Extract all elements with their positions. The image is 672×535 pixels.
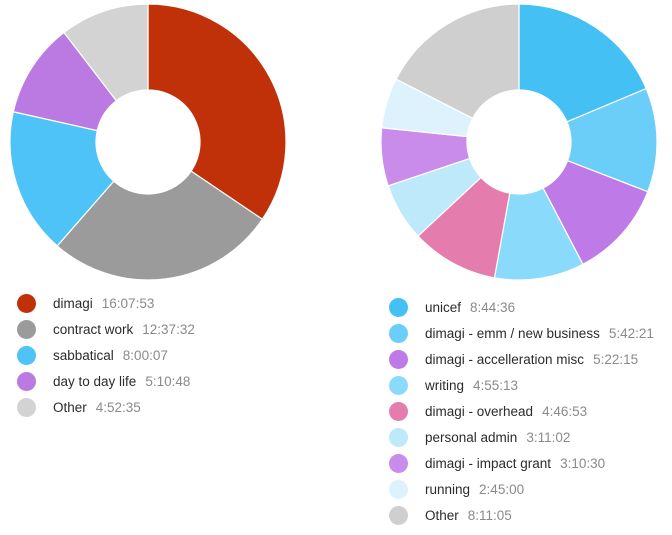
legend-item[interactable]: day to day life 5:10:48 [17,368,353,394]
legend-text: unicef 8:44:36 [425,300,515,315]
legend-value: 5:22:15 [593,351,639,367]
legend-value: 8:11:05 [467,507,512,523]
legend-value: 3:10:30 [560,455,606,471]
legend-label: dimagi - impact grant [425,455,552,471]
legend-color-swatch [389,505,408,525]
legend-color-swatch [389,479,408,499]
right-chart-panel: unicef 8:44:36 dimagi - emm / new business… [336,0,672,525]
legend-label: writing [425,377,465,393]
pie-slice[interactable] [147,3,287,221]
legend-color-swatch [389,323,408,343]
legend-value: 12:37:32 [142,321,195,337]
legend-value: 4:46:53 [542,403,588,419]
legend-label: dimagi - overhead [425,403,534,419]
legend-color-swatch [17,319,36,339]
legend-color-swatch [389,453,408,473]
legend-item[interactable]: running 2:45:00 [389,476,672,502]
legend-text: dimagi - overhead 4:46:53 [425,404,587,419]
left-donut-svg [9,3,287,281]
legend-color-swatch [17,293,36,313]
time-tracking-dashboard: dimagi 16:07:53 contract work 12:37:32 sabba… [0,0,672,535]
legend-item[interactable]: Other 8:11:05 [389,502,672,528]
legend-color-swatch [17,345,36,365]
legend-label: dimagi - accelleration misc [425,351,585,367]
legend-label: unicef [425,299,462,315]
legend-value: 4:52:35 [95,399,141,415]
legend-text: dimagi - accelleration misc 5:22:15 [425,352,638,367]
legend-color-swatch [389,427,408,447]
legend-item[interactable]: contract work 12:37:32 [17,316,353,342]
legend-value: 3:11:02 [526,429,571,445]
legend-value: 2:45:00 [479,481,525,497]
right-donut-svg [380,3,658,281]
legend-color-swatch [389,297,408,317]
legend-label: running [425,481,471,497]
legend-text: running 2:45:00 [425,482,524,497]
legend-text: Other 8:11:05 [425,508,512,523]
left-chart-legend: dimagi 16:07:53 contract work 12:37:32 sabba… [0,290,353,420]
legend-text: dimagi 16:07:53 [53,296,154,311]
left-chart-panel: dimagi 16:07:53 contract work 12:37:32 sabba… [0,0,336,417]
legend-label: personal admin [425,429,518,445]
legend-label: sabbatical [53,347,114,363]
legend-item[interactable]: personal admin 3:11:02 [389,424,672,450]
legend-item[interactable]: dimagi 16:07:53 [17,290,353,316]
legend-text: day to day life 5:10:48 [53,374,190,389]
legend-color-swatch [389,375,408,395]
legend-item[interactable]: dimagi - overhead 4:46:53 [389,398,672,424]
legend-value: 8:44:36 [470,299,516,315]
legend-text: dimagi - impact grant 3:10:30 [425,456,605,471]
legend-label: contract work [53,321,134,337]
legend-value: 8:00:07 [122,347,168,363]
legend-label: Other [425,507,459,523]
legend-label: dimagi [53,295,93,311]
legend-text: sabbatical 8:00:07 [53,348,168,363]
legend-item[interactable]: unicef 8:44:36 [389,294,672,320]
legend-item[interactable]: writing 4:55:13 [389,372,672,398]
legend-item[interactable]: dimagi - emm / new business 5:42:21 [389,320,672,346]
legend-label: dimagi - emm / new business [425,325,600,341]
legend-color-swatch [17,397,36,417]
legend-text: contract work 12:37:32 [53,322,195,337]
legend-label: day to day life [53,373,137,389]
legend-text: personal admin 3:11:02 [425,430,570,445]
legend-text: dimagi - emm / new business 5:42:21 [425,326,654,341]
legend-item[interactable]: dimagi - accelleration misc 5:22:15 [389,346,672,372]
right-chart-legend: unicef 8:44:36 dimagi - emm / new business… [336,294,672,528]
legend-value: 16:07:53 [101,295,155,311]
legend-item[interactable]: dimagi - impact grant 3:10:30 [389,450,672,476]
legend-value: 5:42:21 [608,325,654,341]
legend-value: 4:55:13 [473,377,519,393]
left-donut-chart [3,3,293,281]
legend-text: Other 4:52:35 [53,400,141,415]
legend-color-swatch [17,371,36,391]
legend-label: Other [53,399,87,415]
legend-text: writing 4:55:13 [425,378,518,393]
legend-value: 5:10:48 [145,373,191,389]
legend-color-swatch [389,349,408,369]
legend-item[interactable]: sabbatical 8:00:07 [17,342,353,368]
legend-item[interactable]: Other 4:52:35 [17,394,353,420]
right-donut-chart [374,3,664,281]
legend-color-swatch [389,401,408,421]
